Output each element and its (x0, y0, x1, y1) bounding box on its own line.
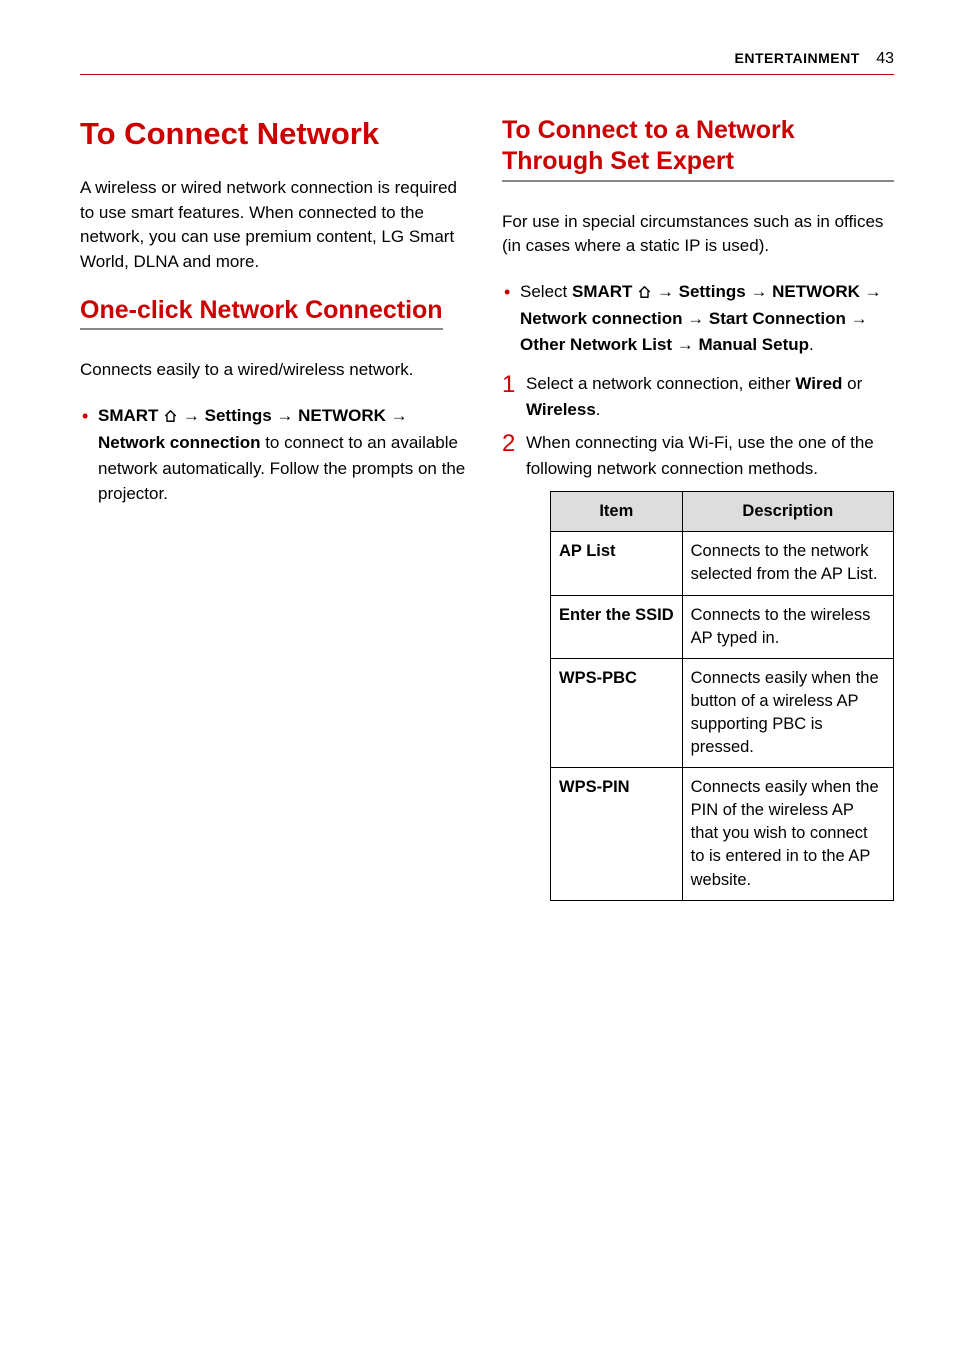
select-label: Select (520, 282, 572, 301)
desc-cell: Connects to the wireless AP typed in. (682, 595, 893, 658)
smart-label: SMART (98, 406, 163, 425)
page-header: ENTERTAINMENT 43 (80, 50, 894, 75)
table-header-row: Item Description (551, 492, 894, 532)
home-icon (163, 405, 178, 431)
smart-label: SMART (572, 282, 637, 301)
table-row: AP List Connects to the network selected… (551, 532, 894, 595)
step1-wired: Wired (795, 374, 842, 393)
home-icon (637, 281, 652, 307)
step-2: 2 When connecting via Wi-Fi, use the one… (502, 430, 894, 900)
step1-text-c: or (842, 374, 862, 393)
expert-prestep: Select SMART → Settings → NETWORK → Netw… (502, 279, 894, 358)
desc-cell: Connects easily when the button of a wir… (682, 658, 893, 767)
step-number-2: 2 (502, 426, 515, 462)
table-row: Enter the SSID Connects to the wireless … (551, 595, 894, 658)
header-item: Item (551, 492, 683, 532)
item-cell: WPS-PIN (551, 768, 683, 900)
step1-text-e: . (596, 400, 601, 419)
main-heading: To Connect Network (80, 115, 472, 152)
oneclick-description: Connects easily to a wired/wireless netw… (80, 358, 472, 383)
expert-prestep-item: Select SMART → Settings → NETWORK → Netw… (502, 279, 894, 358)
right-column: To Connect to a Network Through Set Expe… (502, 115, 894, 909)
intro-paragraph: A wireless or wired network connection i… (80, 176, 472, 275)
header-section-label: ENTERTAINMENT (735, 50, 860, 66)
step-number-1: 1 (502, 367, 515, 403)
expert-steps: 1 Select a network connection, either Wi… (502, 371, 894, 900)
item-cell: Enter the SSID (551, 595, 683, 658)
desc-cell: Connects to the network selected from th… (682, 532, 893, 595)
item-cell: WPS-PBC (551, 658, 683, 767)
item-cell: AP List (551, 532, 683, 595)
content-columns: To Connect Network A wireless or wired n… (80, 115, 894, 909)
header-page-number: 43 (876, 50, 894, 67)
table-row: WPS-PIN Connects easily when the PIN of … (551, 768, 894, 900)
step1-wireless: Wireless (526, 400, 596, 419)
subheading-expert: To Connect to a Network Through Set Expe… (502, 115, 894, 182)
left-column: To Connect Network A wireless or wired n… (80, 115, 472, 909)
subheading-oneclick: One-click Network Connection (80, 295, 443, 330)
period: . (809, 335, 814, 354)
step2-text: When connecting via Wi-Fi, use the one o… (526, 433, 874, 478)
connection-methods-table: Item Description AP List Connects to the… (550, 491, 894, 900)
expert-intro: For use in special circumstances such as… (502, 210, 894, 259)
oneclick-step: SMART → Settings → NETWORK → Network con… (80, 403, 472, 507)
step1-text-a: Select a network connection, either (526, 374, 795, 393)
desc-cell: Connects easily when the PIN of the wire… (682, 768, 893, 900)
oneclick-steps: SMART → Settings → NETWORK → Network con… (80, 403, 472, 507)
step-1: 1 Select a network connection, either Wi… (502, 371, 894, 422)
header-description: Description (682, 492, 893, 532)
table-row: WPS-PBC Connects easily when the button … (551, 658, 894, 767)
